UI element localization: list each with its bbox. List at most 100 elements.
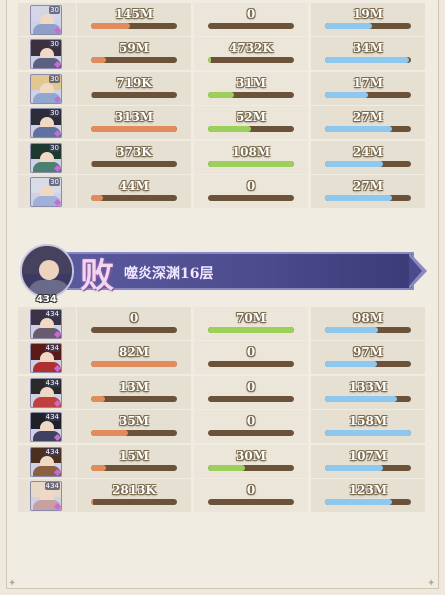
hero-row: 434 13M 0 133M bbox=[18, 375, 425, 409]
hero-portrait[interactable]: 434 bbox=[30, 309, 62, 339]
stat-bar-fill bbox=[91, 195, 104, 201]
stat-bar bbox=[208, 430, 294, 437]
damage-dealt-stat: 313M bbox=[77, 106, 191, 140]
damage-taken-stat: 27M bbox=[311, 175, 425, 208]
stat-bar bbox=[325, 464, 411, 471]
stat-bar-fill bbox=[91, 126, 177, 133]
damage-dealt-stat: 0 bbox=[77, 307, 191, 340]
stat-bar-fill bbox=[325, 361, 378, 368]
hero-level-badge: 434 bbox=[44, 447, 60, 456]
hero-portrait[interactable]: 30 bbox=[30, 108, 62, 139]
hero-portrait[interactable]: 434 bbox=[30, 343, 62, 374]
damage-dealt-stat: 719K bbox=[77, 71, 191, 105]
hero-level-badge: 434 bbox=[44, 482, 60, 490]
damage-taken-stat: 97M bbox=[311, 341, 425, 375]
stat-bar bbox=[91, 57, 177, 64]
damage-dealt-stat: 35M bbox=[77, 410, 191, 444]
hero-level-badge: 30 bbox=[49, 74, 60, 83]
damage-dealt-stat: 13M bbox=[77, 375, 191, 409]
hero-portrait[interactable]: 30 bbox=[30, 73, 62, 104]
portrait-cell: 434 bbox=[18, 444, 76, 478]
stat-value: 44M bbox=[119, 179, 149, 193]
stat-value: 0 bbox=[246, 7, 256, 21]
stat-bar-fill bbox=[208, 464, 245, 471]
stat-bar-fill bbox=[208, 327, 294, 333]
stat-bar-fill bbox=[91, 395, 105, 402]
stat-bar-fill bbox=[91, 57, 107, 64]
stat-value: 35M bbox=[119, 414, 149, 429]
hero-level-badge: 434 bbox=[44, 378, 60, 387]
stat-value: 158M bbox=[348, 414, 388, 429]
hero-row: 30 145M 0 19M bbox=[18, 3, 425, 36]
stat-bar bbox=[325, 499, 411, 505]
stat-value: 0 bbox=[129, 311, 139, 325]
portrait-cell: 30 bbox=[18, 37, 76, 71]
hero-portrait[interactable]: 30 bbox=[30, 177, 62, 207]
damage-dealt-stat: 44M bbox=[77, 175, 191, 208]
stat-value: 98M bbox=[353, 311, 383, 325]
portrait-cell: 434 bbox=[18, 479, 76, 512]
stat-bar bbox=[325, 126, 411, 133]
stage-title: 噬炎深渊16层 bbox=[124, 266, 214, 282]
stat-value: 373K bbox=[116, 144, 152, 159]
hero-portrait[interactable]: 30 bbox=[30, 5, 62, 35]
healing-stat: 0 bbox=[194, 341, 308, 375]
stat-bar bbox=[208, 126, 294, 133]
stat-bar-fill bbox=[325, 160, 384, 167]
stat-value: 82M bbox=[119, 345, 149, 360]
stat-value: 719K bbox=[116, 75, 152, 90]
damage-taken-stat: 98M bbox=[311, 307, 425, 340]
stat-bar bbox=[91, 160, 177, 167]
stat-bar-fill bbox=[208, 160, 294, 167]
stat-bar-fill bbox=[91, 499, 93, 505]
stat-bar bbox=[91, 195, 177, 201]
stat-value: 2813K bbox=[112, 483, 156, 497]
healing-stat: 70M bbox=[194, 307, 308, 340]
stat-bar-fill bbox=[325, 91, 368, 98]
stat-bar bbox=[91, 361, 177, 368]
battle-result-banner[interactable]: 434 败 噬炎深渊16层 bbox=[18, 244, 430, 305]
hero-portrait[interactable]: 30 bbox=[30, 142, 62, 173]
hero-row: 30 59M 4732K 34M bbox=[18, 37, 425, 71]
stat-value: 145M bbox=[114, 7, 154, 21]
stat-bar bbox=[208, 327, 294, 333]
stat-bar bbox=[208, 395, 294, 402]
hero-portrait[interactable]: 434 bbox=[30, 446, 62, 477]
healing-stat: 0 bbox=[194, 3, 308, 36]
damage-taken-stat: 24M bbox=[311, 140, 425, 174]
stat-value: 123M bbox=[348, 483, 388, 497]
stat-bar bbox=[325, 23, 411, 29]
hero-level-badge: 434 bbox=[44, 310, 60, 318]
portrait-cell: 434 bbox=[18, 341, 76, 375]
stat-value: 97M bbox=[353, 345, 383, 360]
hero-row: 434 35M 0 158M bbox=[18, 410, 425, 444]
hero-row: 434 82M 0 97M bbox=[18, 341, 425, 375]
healing-stat: 30M bbox=[194, 444, 308, 478]
hero-row: 434 15M 30M 107M bbox=[18, 444, 425, 478]
hero-level-badge: 30 bbox=[49, 143, 60, 152]
healing-stat: 0 bbox=[194, 410, 308, 444]
stat-bar bbox=[208, 23, 294, 29]
damage-taken-stat: 17M bbox=[311, 71, 425, 105]
stat-bar bbox=[208, 91, 294, 98]
hero-portrait[interactable]: 434 bbox=[30, 377, 62, 408]
hero-portrait[interactable]: 434 bbox=[30, 412, 62, 443]
stat-bar-fill bbox=[325, 499, 393, 505]
corner-ornament-icon: ✦ bbox=[8, 578, 17, 589]
stat-bar bbox=[91, 499, 177, 505]
stat-bar-fill bbox=[208, 91, 234, 98]
banner-arrow-inner bbox=[409, 256, 422, 286]
portrait-cell: 30 bbox=[18, 3, 76, 36]
damage-taken-stat: 158M bbox=[311, 410, 425, 444]
stat-bar-fill bbox=[91, 91, 92, 98]
hero-portrait[interactable]: 434 bbox=[30, 481, 62, 511]
damage-dealt-stat: 145M bbox=[77, 3, 191, 36]
stat-bar bbox=[208, 464, 294, 471]
stat-bar bbox=[208, 57, 294, 64]
stat-bar bbox=[208, 195, 294, 201]
stat-bar-fill bbox=[325, 126, 393, 133]
hero-portrait[interactable]: 30 bbox=[30, 39, 62, 70]
stat-value: 19M bbox=[353, 7, 383, 21]
damage-taken-stat: 34M bbox=[311, 37, 425, 71]
stat-bar bbox=[325, 91, 411, 98]
